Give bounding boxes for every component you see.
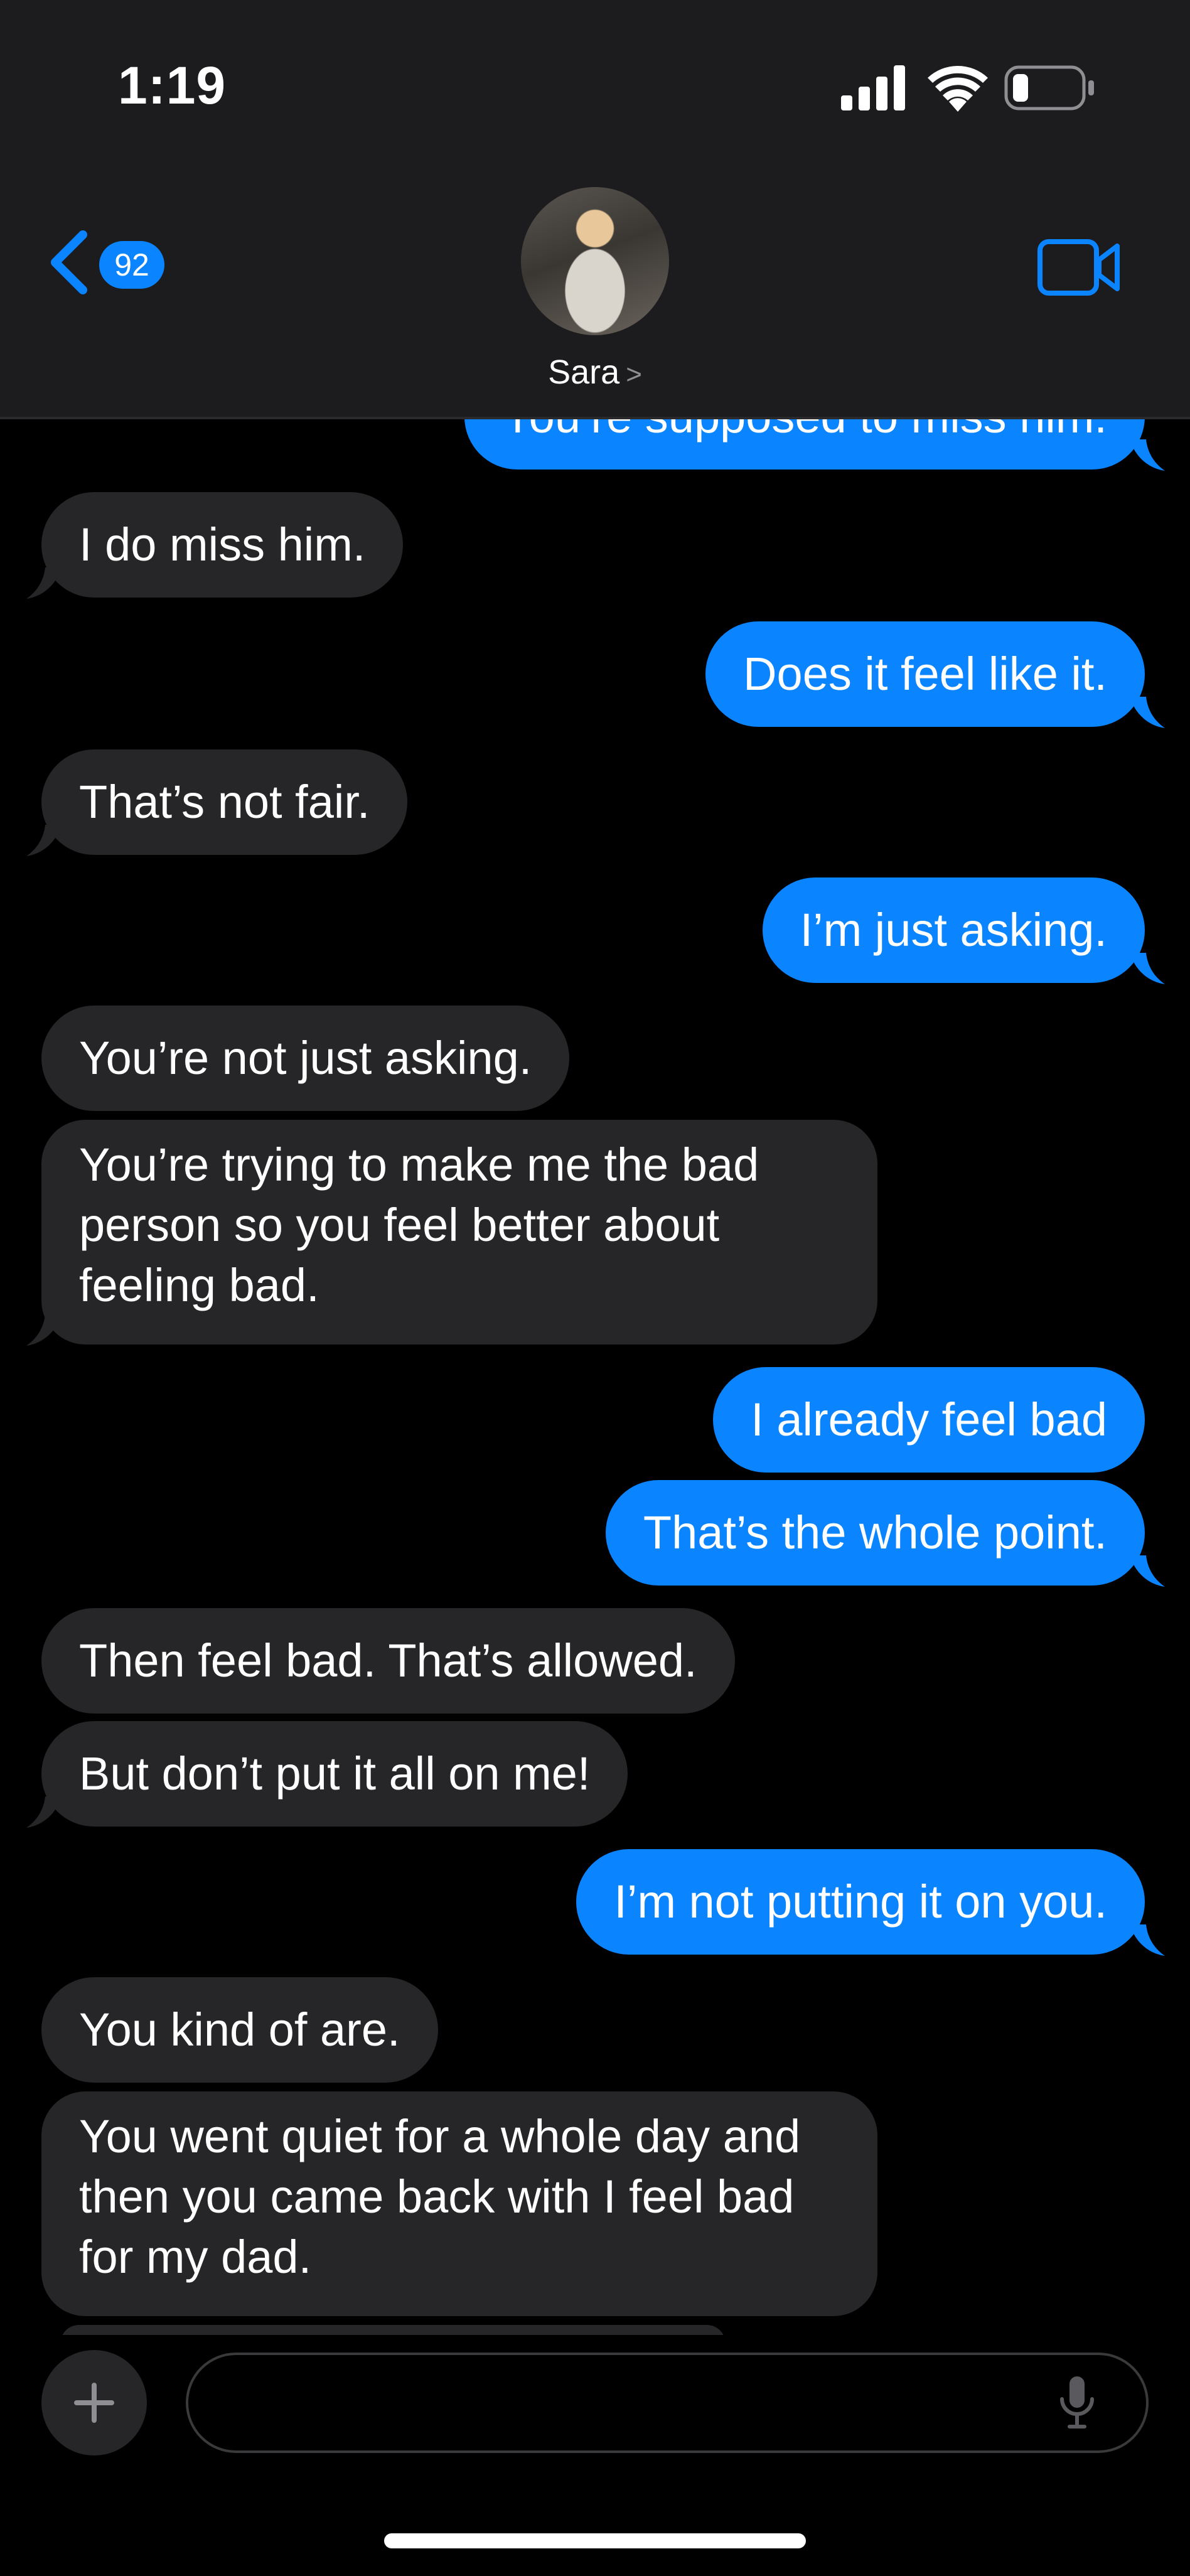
battery-icon [1004,65,1094,110]
contact-name-button[interactable]: Sara > [502,353,688,392]
unread-count-badge: 92 [99,241,164,289]
message-bubble-received[interactable]: You’re not just asking. [41,1006,570,1111]
bubble-tail [1130,1555,1165,1587]
bubble-tail [1130,953,1165,984]
message-bubble-received[interactable]: But don’t put it all on me! [41,1721,628,1827]
message-bubble-received[interactable]: You went quiet for a whole day and then … [41,2091,877,2316]
plus-icon [74,2383,114,2423]
home-indicator[interactable] [384,2533,806,2548]
bubble-tail [26,567,62,599]
header-divider [0,417,1190,419]
video-camera-icon[interactable] [1037,239,1122,296]
back-button[interactable]: 92 [46,227,172,303]
bubble-tail [26,1314,62,1346]
message-bubble-sent[interactable]: I’m just asking. [762,877,1145,983]
microphone-icon[interactable] [1054,2373,1100,2433]
message-bubble-received[interactable]: That’s not fair. [41,749,408,855]
wifi-icon [928,65,988,112]
bubble-tail [1130,1924,1165,1956]
message-bubble-received[interactable]: Then feel bad. That’s allowed. [41,1608,735,1714]
message-bubble-received[interactable]: You’re trying to make me the bad person … [41,1120,877,1344]
back-chevron-icon [51,230,87,294]
conversation-header: 1:19 92 Sara > [0,0,1190,419]
signal-icon [841,65,905,110]
contact-avatar[interactable] [521,187,669,335]
message-bubble-sent[interactable]: I already feel bad [713,1367,1145,1473]
message-bubble-received-partial[interactable] [60,2325,726,2335]
message-input[interactable] [186,2353,1149,2453]
bubble-tail [26,1796,62,1828]
chevron-right-icon: > [626,359,642,390]
message-bubble-sent[interactable]: That’s the whole point. [605,1480,1145,1586]
plus-button[interactable] [41,2350,147,2455]
message-bubble-received[interactable]: You kind of are. [41,1977,438,2083]
bubble-tail [1130,439,1165,471]
message-bubble-sent[interactable]: Does it feel like it. [705,621,1145,727]
message-bubble-sent[interactable]: I’m not putting it on you. [576,1849,1145,1955]
bubble-tail [26,825,62,856]
contact-name: Sara [548,353,620,391]
message-bubble-received[interactable]: I do miss him. [41,492,404,598]
status-time: 1:19 [118,56,227,115]
bubble-tail [1130,697,1165,728]
